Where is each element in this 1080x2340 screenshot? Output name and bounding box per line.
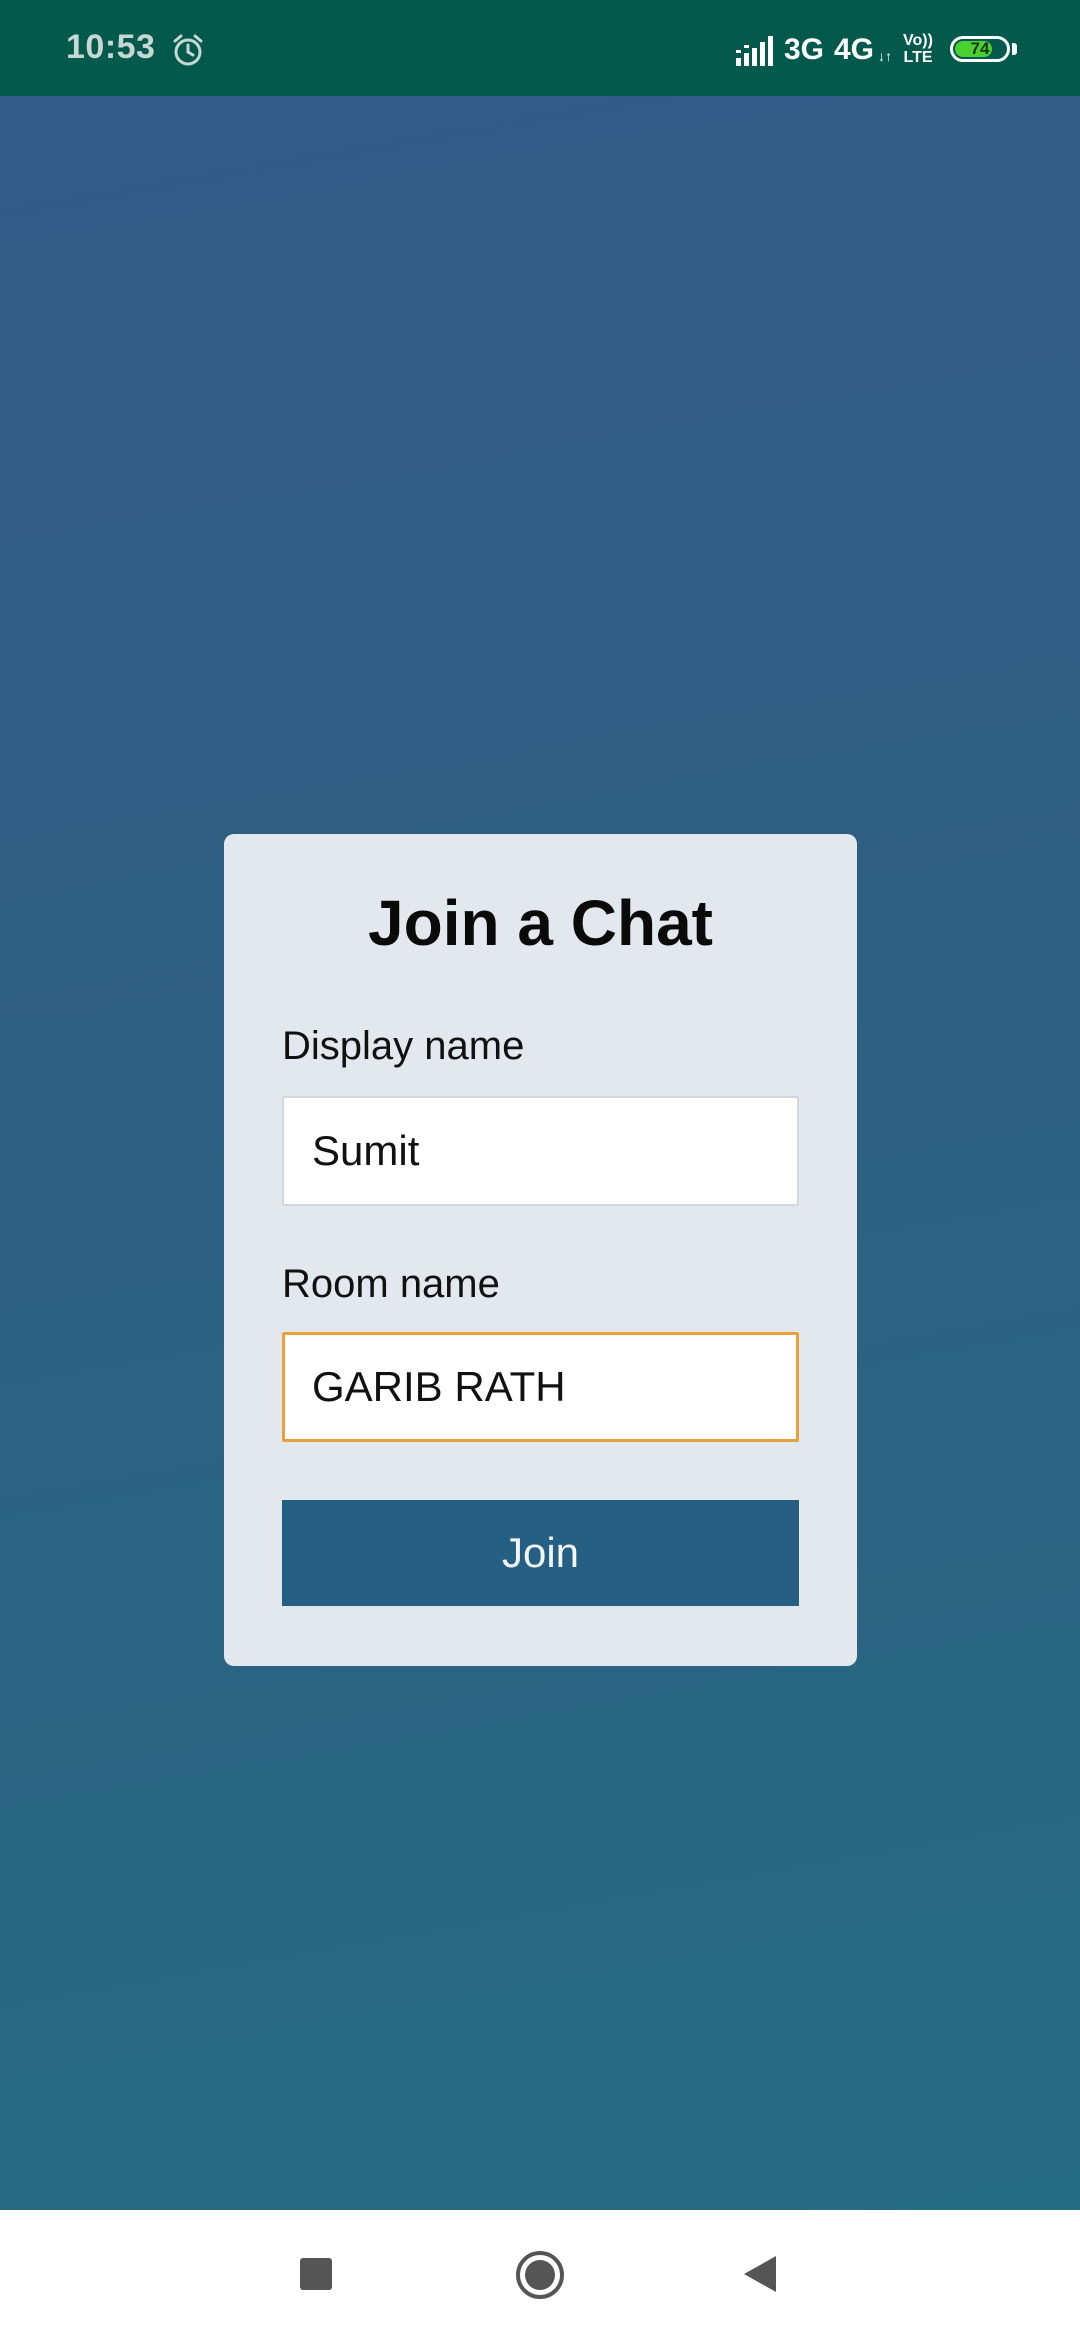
display-name-label: Display name bbox=[282, 1024, 525, 1068]
back-icon[interactable] bbox=[742, 2254, 778, 2294]
alarm-icon bbox=[173, 34, 203, 66]
volte-top-label: Vo)) bbox=[903, 32, 933, 49]
battery-icon: 74 bbox=[950, 36, 1010, 62]
signal-icon bbox=[736, 36, 773, 66]
room-name-label: Room name bbox=[282, 1262, 500, 1306]
network-3g-label: 3G bbox=[784, 33, 825, 66]
battery-tip bbox=[1012, 43, 1017, 55]
room-name-input[interactable] bbox=[282, 1332, 799, 1442]
main-background: Join a Chat Display name Room name Join bbox=[0, 96, 1080, 2210]
navigation-bar bbox=[0, 2210, 1080, 2340]
join-button[interactable]: Join bbox=[282, 1500, 799, 1606]
status-bar: 10:53 3G 4G ↓↑ Vo)) LTE 74 bbox=[0, 0, 1080, 96]
network-4g-label: 4G bbox=[834, 33, 875, 66]
join-chat-card: Join a Chat Display name Room name Join bbox=[224, 834, 857, 1666]
volte-indicator: Vo)) LTE bbox=[898, 32, 938, 66]
data-activity-icon: ↓↑ bbox=[878, 48, 892, 64]
recents-icon[interactable] bbox=[300, 2258, 332, 2290]
card-title: Join a Chat bbox=[368, 887, 713, 959]
display-name-input[interactable] bbox=[282, 1096, 799, 1206]
battery-level: 74 bbox=[970, 39, 990, 58]
status-time: 10:53 bbox=[66, 28, 156, 66]
volte-bottom-label: LTE bbox=[903, 49, 933, 66]
home-icon[interactable] bbox=[515, 2250, 565, 2300]
